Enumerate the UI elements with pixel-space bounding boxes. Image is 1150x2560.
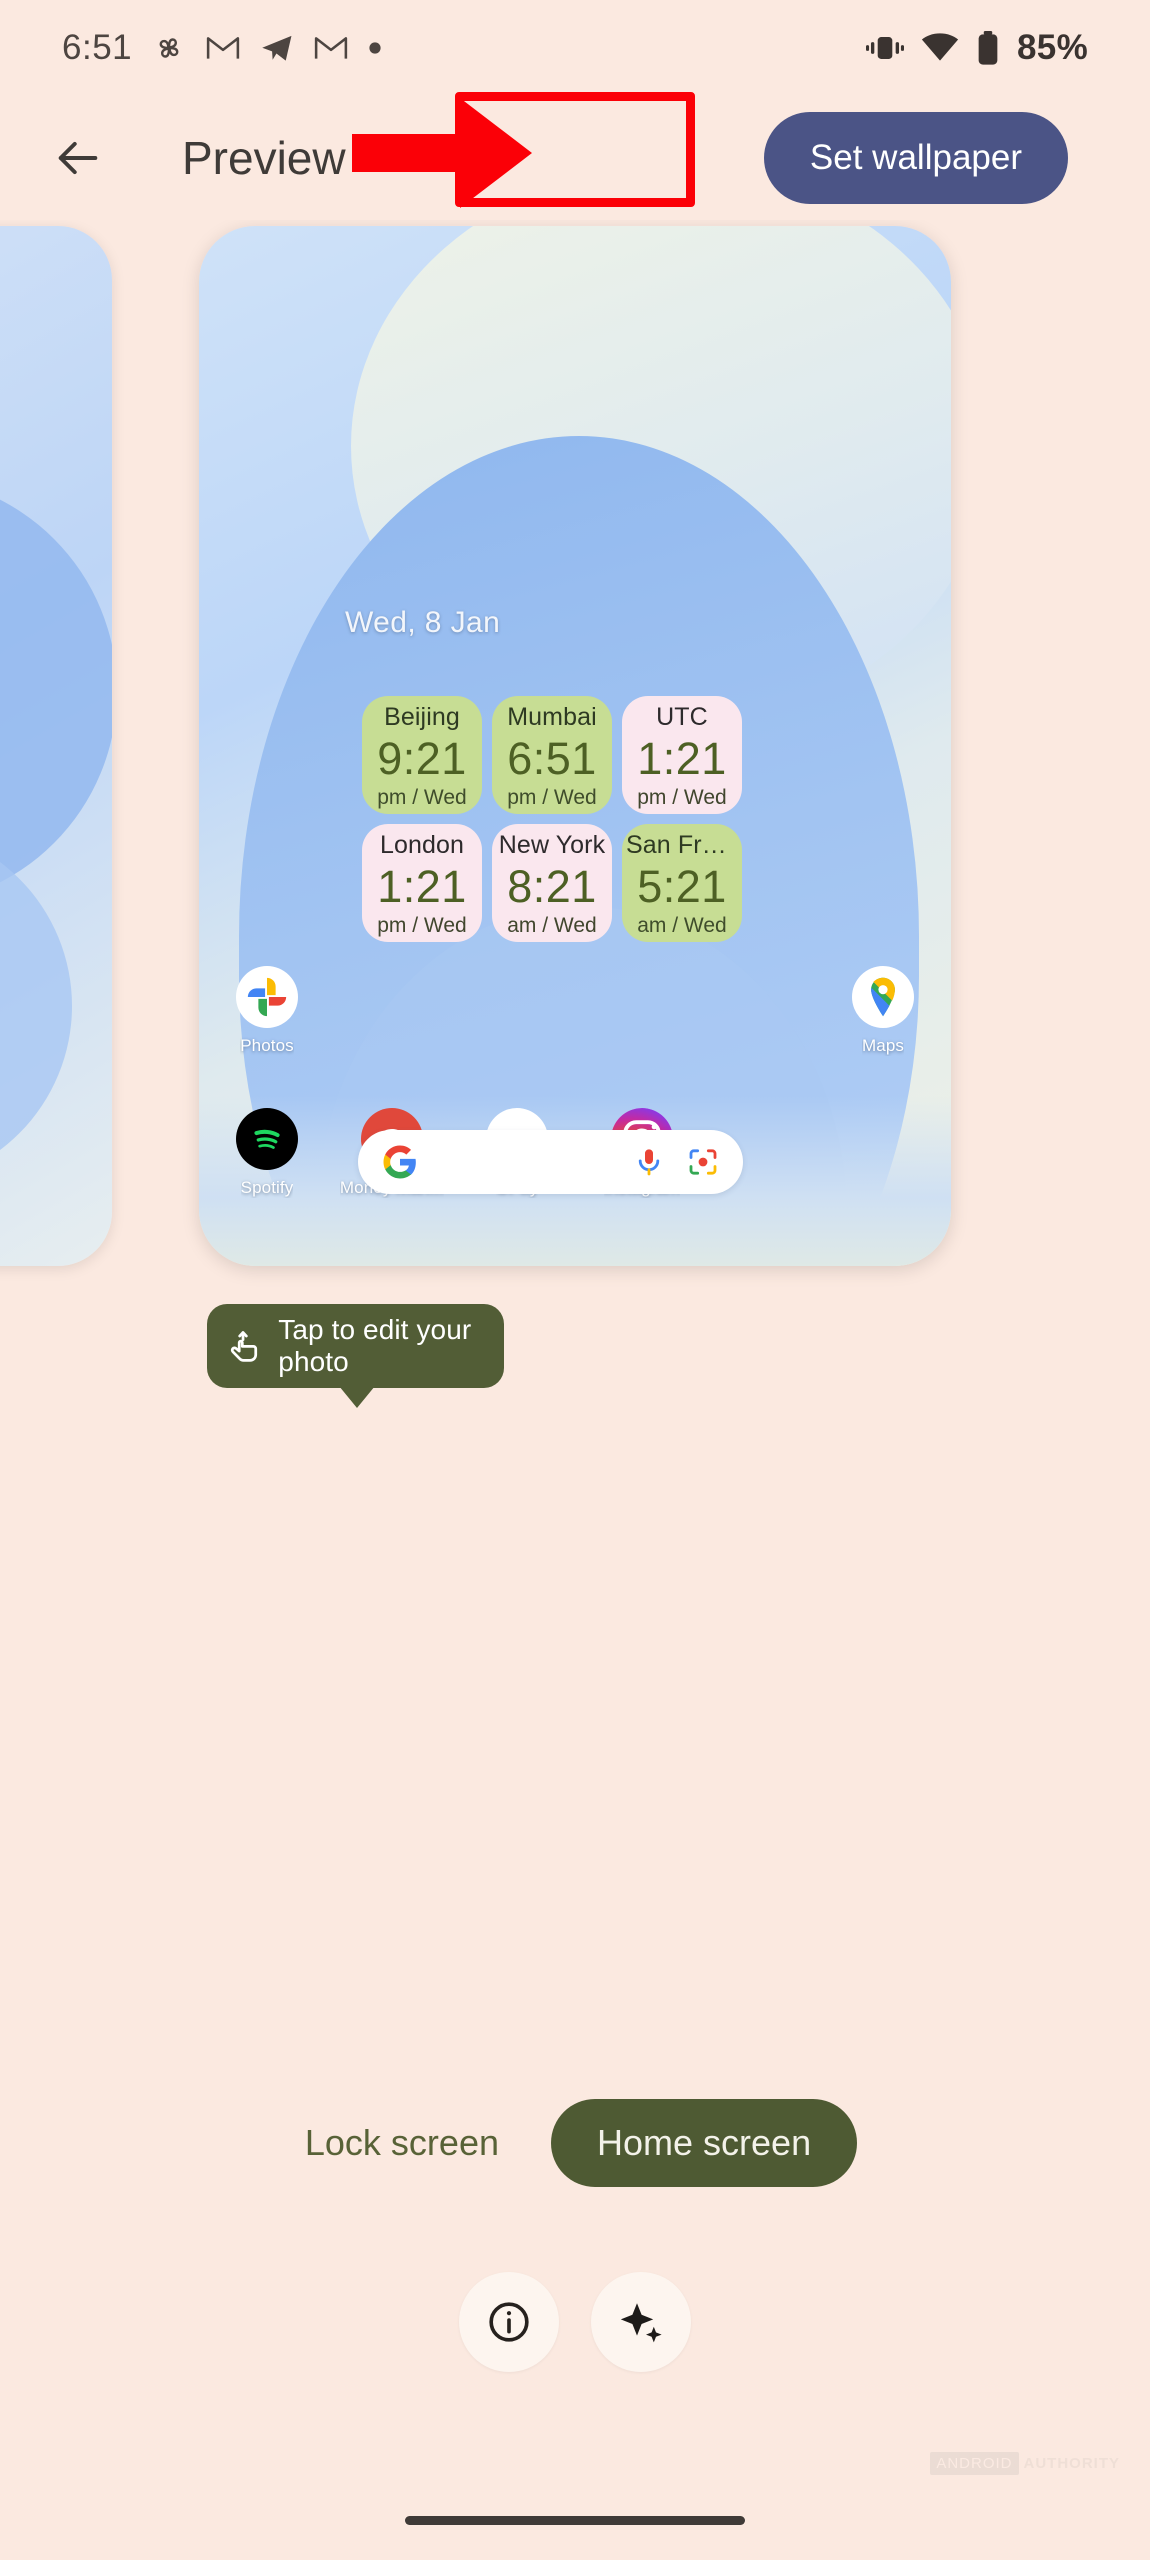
screen-tabs: Lock screen Home screen [0, 2088, 1150, 2198]
spotify-icon [245, 1117, 289, 1161]
clock-city: New York [498, 830, 606, 859]
app-label: Photos [240, 1036, 294, 1055]
pinwheel-icon [159, 38, 179, 58]
clock-city: Beijing [384, 702, 460, 731]
clock-city: San Franci... [626, 830, 738, 859]
dot-icon [369, 42, 381, 54]
app-label: Spotify [240, 1178, 294, 1197]
clock-time: 5:21 [637, 860, 727, 912]
clock-city: Mumbai [507, 702, 597, 731]
google-g-icon [383, 1145, 416, 1179]
wallpaper-preview-stage: Wed, 8 Jan Beijing 9:21 pm / Wed Mumbai … [0, 220, 1150, 2060]
wallpaper-date-label: Wed, 8 Jan [345, 606, 501, 639]
google-lens-icon[interactable] [687, 1146, 719, 1178]
arrow-back-icon [58, 141, 98, 175]
clock-tile[interactable]: UTC 1:21 pm / Wed [622, 696, 742, 814]
gmail-icon [206, 37, 240, 59]
set-wallpaper-button[interactable]: Set wallpaper [763, 112, 1068, 204]
bottom-action-bar [0, 2262, 1150, 2382]
clock-meridiem-day: pm / Wed [637, 785, 727, 809]
telegram-icon [262, 35, 292, 61]
info-icon [489, 2302, 529, 2342]
tab-lock-screen[interactable]: Lock screen [293, 2122, 511, 2164]
home-screen-preview[interactable]: Wed, 8 Jan Beijing 9:21 pm / Wed Mumbai … [199, 226, 951, 1266]
clock-tile[interactable]: Mumbai 6:51 pm / Wed [492, 696, 612, 814]
clock-tile[interactable]: New York 8:21 am / Wed [492, 824, 612, 942]
battery-icon [978, 31, 998, 65]
app-icon-spotify[interactable]: Spotify [212, 1108, 322, 1198]
clock-tile[interactable]: San Franci... 5:21 am / Wed [622, 824, 742, 942]
app-icon-container [236, 1108, 298, 1170]
app-icon-photos[interactable]: Photos [212, 966, 322, 1056]
watermark-part-one: ANDROID [930, 2452, 1019, 2475]
status-bar-left: 6:51 [62, 28, 382, 68]
google-maps-icon [871, 977, 895, 1017]
wifi-icon [921, 33, 959, 61]
app-icon-maps[interactable]: Maps [828, 966, 938, 1056]
effects-button[interactable] [591, 2272, 691, 2372]
back-button[interactable] [34, 114, 122, 202]
gmail-icon [314, 37, 348, 59]
annotation-arrow-icon [352, 98, 532, 208]
wallpaper-blob [0, 476, 112, 906]
tab-home-screen[interactable]: Home screen [551, 2099, 858, 2187]
tooltip-tail [339, 1386, 375, 1408]
status-bar: 6:51 85% [0, 0, 1150, 96]
clock-time: 6:51 [507, 732, 597, 784]
info-button[interactable] [459, 2272, 559, 2372]
watermark-part-two: AUTHORITY [1023, 2455, 1120, 2472]
clock-time: 1:21 [637, 732, 727, 784]
google-photos-icon [247, 977, 287, 1017]
navigation-pill[interactable] [405, 2516, 745, 2525]
tap-gesture-icon [230, 1331, 258, 1362]
vibrate-icon [866, 37, 905, 59]
app-icon-container [236, 966, 298, 1028]
clock-tile[interactable]: London 1:21 pm / Wed [362, 824, 482, 942]
clock-city: London [379, 830, 465, 859]
edit-photo-tooltip[interactable]: Tap to edit your photo [207, 1304, 504, 1388]
clock-time: 8:21 [507, 860, 597, 912]
world-clock-widget[interactable]: Beijing 9:21 pm / Wed Mumbai 6:51 pm / W… [362, 696, 742, 942]
previous-wallpaper-preview[interactable] [0, 226, 112, 1266]
app-icon-container [852, 966, 914, 1028]
page-title: Preview [182, 132, 346, 184]
app-label: Maps [862, 1036, 904, 1055]
clock-meridiem-day: pm / Wed [377, 785, 467, 809]
clock-meridiem-day: pm / Wed [377, 913, 467, 937]
watermark: ANDROID AUTHORITY [930, 2452, 1120, 2475]
clock-meridiem-day: pm / Wed [507, 785, 597, 809]
status-bar-right: 85% [866, 28, 1088, 68]
clock-meridiem-day: am / Wed [637, 913, 727, 937]
clock-time: 9:21 [377, 732, 467, 784]
clock-meridiem-day: am / Wed [507, 913, 597, 937]
clock-tile[interactable]: Beijing 9:21 pm / Wed [362, 696, 482, 814]
clock-time: 1:21 [377, 860, 467, 912]
app-bar: Preview Set wallpaper [0, 96, 1150, 221]
battery-percent-label: 85% [1017, 28, 1088, 67]
wallpaper-blob [0, 826, 72, 1186]
sparkle-icon [620, 2303, 662, 2343]
microphone-icon[interactable] [633, 1146, 665, 1178]
tooltip-label: Tap to edit your photo [278, 1314, 472, 1377]
google-search-bar[interactable] [358, 1130, 743, 1194]
clock-city: UTC [656, 702, 708, 731]
status-bar-clock: 6:51 [62, 28, 133, 67]
